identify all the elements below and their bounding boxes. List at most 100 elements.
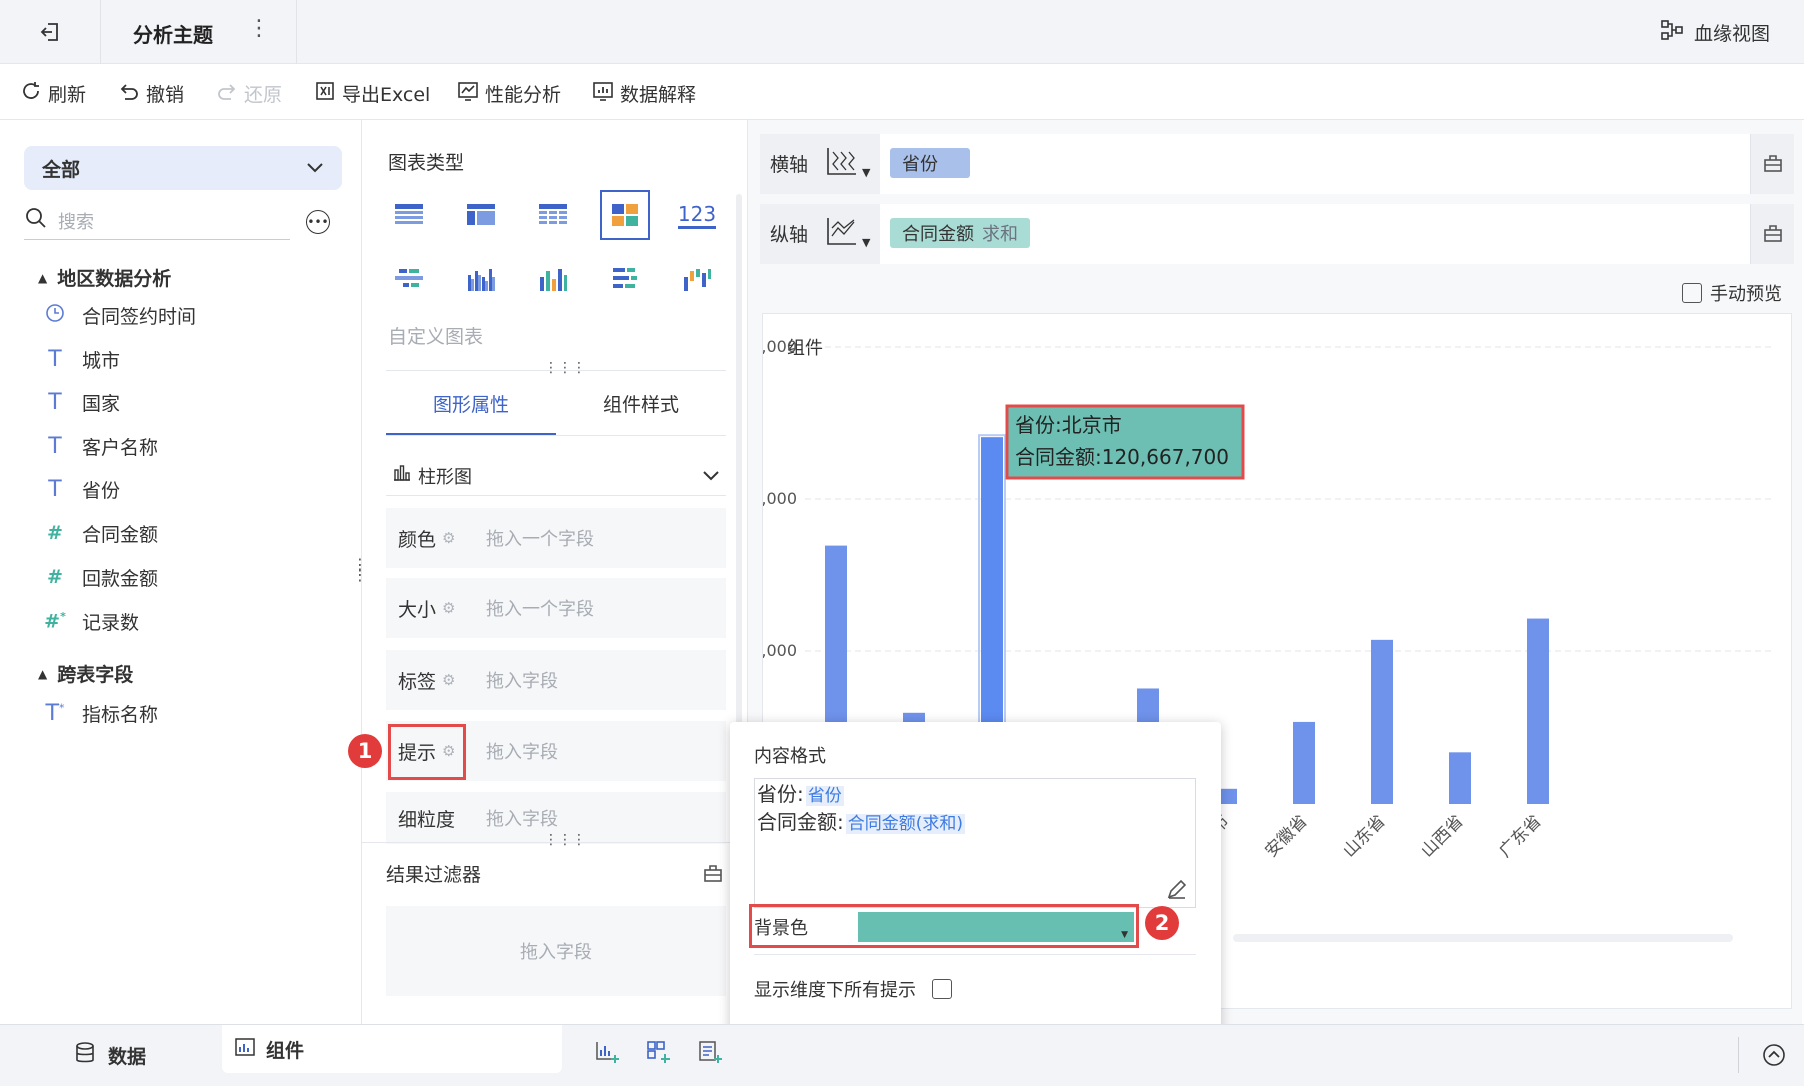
lineage-view-button[interactable]: 血缘视图 <box>1660 19 1770 46</box>
format-field-token[interactable]: 省份 <box>805 786 844 806</box>
prop-row-label[interactable]: 标签 ⚙ 拖入字段 <box>386 650 726 710</box>
x-axis-label: 横轴 <box>770 154 809 176</box>
result-filter-dropzone[interactable]: 拖入字段 <box>386 906 726 996</box>
chart-scrollbar <box>1233 934 1733 942</box>
field-item-contract-time[interactable]: 合同签约时间 <box>44 300 196 330</box>
lineage-label: 血缘视图 <box>1694 23 1771 45</box>
group-title: 地区数据分析 <box>57 268 172 290</box>
clear-axis-icon[interactable] <box>1762 152 1784 179</box>
pill-label: 省份 <box>902 154 938 175</box>
field-item-province[interactable]: T 省份 <box>44 474 120 504</box>
show-all-tips-label: 显示维度下所有提示 <box>754 980 916 1001</box>
waterfall-chart-icon[interactable] <box>672 254 722 304</box>
format-field-token[interactable]: 合同金额(求和) <box>845 814 966 834</box>
chart-kind-value: 柱形图 <box>418 466 472 488</box>
y-axis-label: 纵轴 <box>770 224 809 246</box>
group-header-region-analysis[interactable]: ▲ 地区数据分析 <box>38 264 171 291</box>
pill-label: 合同金额 <box>902 224 974 245</box>
y-axis-setting-icon[interactable] <box>824 216 858 253</box>
search-input[interactable]: 搜索 <box>58 208 94 234</box>
manual-preview-toggle[interactable]: 手动预览 <box>1682 280 1782 306</box>
field-item-indicator-name[interactable]: T* 指标名称 <box>44 698 159 728</box>
prop-row-size[interactable]: 大小 ⚙ 拖入一个字段 <box>386 578 726 638</box>
y-axis-field-pill[interactable]: 合同金额 求和 <box>890 218 1030 248</box>
undo-button[interactable]: 撤销 <box>118 80 184 106</box>
prop-label: 细粒度 <box>398 808 456 831</box>
custom-chart-label: 自定义图表 <box>388 326 484 348</box>
scope-select[interactable]: 全部 <box>24 146 342 190</box>
x-axis-field-pill[interactable]: 省份 <box>890 148 970 178</box>
component-chart-icon <box>234 1037 256 1062</box>
text-field-icon: T <box>48 346 62 372</box>
grouped-table-icon[interactable] <box>384 254 434 304</box>
more-options-icon[interactable]: ••• <box>306 210 330 234</box>
add-dashboard-icon[interactable] <box>645 1039 671 1070</box>
show-all-tips-toggle[interactable]: 显示维度下所有提示 <box>754 976 952 1002</box>
field-panel: 全部 搜索 ••• ▲ 地区数据分析 合同签约时间 T 城市 T 国家 T 客户… <box>0 120 368 1024</box>
field-item-contract-amount[interactable]: # 合同金额 <box>44 518 158 548</box>
exit-icon[interactable] <box>38 20 62 44</box>
drop-zone[interactable]: 拖入字段 <box>486 738 558 764</box>
edit-pencil-icon[interactable] <box>1165 877 1189 906</box>
field-item-country[interactable]: T 国家 <box>44 387 120 417</box>
config-panel: 图表类型 123 自定义图表 ⋮⋮⋮ 图形属性 组件样式 柱形图 颜色 ⚙ 拖入… <box>362 120 748 1024</box>
field-label: 合同签约时间 <box>82 305 197 328</box>
checkbox[interactable] <box>932 979 952 999</box>
bar-chart-icon[interactable] <box>600 254 650 304</box>
tab-graph-properties[interactable]: 图形属性 <box>386 390 556 436</box>
group-title: 跨表字段 <box>57 664 134 686</box>
clear-filter-icon[interactable] <box>702 862 724 889</box>
performance-analysis-button[interactable]: 性能分析 <box>457 80 561 106</box>
cross-table-icon[interactable] <box>456 190 506 240</box>
gear-icon[interactable]: ⚙ <box>442 529 455 547</box>
column-chart-icon[interactable] <box>456 254 506 304</box>
drop-zone[interactable]: 拖入一个字段 <box>486 595 594 621</box>
clear-axis-icon[interactable] <box>1762 222 1784 249</box>
group-header-cross-table[interactable]: ▲ 跨表字段 <box>38 660 133 687</box>
checkbox[interactable] <box>1682 283 1702 303</box>
analysis-tab-title[interactable]: 分析主题 <box>133 19 213 48</box>
field-item-city[interactable]: T 城市 <box>44 344 120 374</box>
export-excel-button[interactable]: 导出Excel <box>314 80 430 106</box>
drop-zone[interactable]: 拖入字段 <box>486 667 558 693</box>
highlight-box-bg-color <box>749 904 1139 948</box>
section-drag-handle[interactable]: ⋮⋮⋮ <box>544 832 586 848</box>
dropdown-caret-icon[interactable]: ▼ <box>862 236 870 249</box>
data-explain-button[interactable]: 数据解释 <box>592 80 696 106</box>
gear-icon[interactable]: ⚙ <box>442 599 455 617</box>
section-drag-handle[interactable]: ⋮⋮⋮ <box>544 360 586 376</box>
field-item-record-count[interactable]: #* 记录数 <box>44 606 139 636</box>
detail-table-icon[interactable] <box>528 190 578 240</box>
multi-color-column-icon[interactable] <box>528 254 578 304</box>
x-axis-setting-icon[interactable] <box>824 146 858 183</box>
content-format-editor[interactable]: 省份: 省份 合同金额: 合同金额(求和) <box>754 778 1196 908</box>
number-calc-field-icon: #* <box>44 609 66 633</box>
add-report-icon[interactable] <box>697 1039 723 1070</box>
tab-component-style[interactable]: 组件样式 <box>556 390 726 436</box>
field-item-customer[interactable]: T 客户名称 <box>44 431 158 461</box>
custom-chart-icon[interactable] <box>600 190 650 240</box>
drop-zone[interactable]: 拖入一个字段 <box>486 525 594 551</box>
table-chart-icon[interactable] <box>384 190 434 240</box>
add-component-icon[interactable] <box>594 1039 620 1070</box>
content-format-title: 内容格式 <box>754 746 826 767</box>
tab-component[interactable]: 组件 <box>222 1025 562 1073</box>
gear-icon[interactable]: ⚙ <box>442 671 455 689</box>
tooltip-line: 合同金额:120,667,700 <box>1015 445 1229 469</box>
field-item-payment-amount[interactable]: # 回款金额 <box>44 562 158 592</box>
field-label: 合同金额 <box>82 523 159 546</box>
more-menu-icon[interactable]: ⋮ <box>248 16 270 41</box>
collapse-up-icon[interactable] <box>1762 1043 1786 1072</box>
redo-label: 还原 <box>244 83 283 106</box>
tab-data[interactable]: 数据 <box>74 1041 146 1070</box>
kpi-number-icon[interactable]: 123 <box>672 190 722 240</box>
redo-button[interactable]: 还原 <box>216 80 282 106</box>
drop-zone[interactable]: 拖入字段 <box>486 805 558 831</box>
chart-kind-select[interactable]: 柱形图 <box>386 456 726 496</box>
prop-row-color[interactable]: 颜色 ⚙ 拖入一个字段 <box>386 508 726 568</box>
scrollbar[interactable] <box>736 194 742 814</box>
refresh-button[interactable]: 刷新 <box>20 80 86 106</box>
performance-icon <box>457 80 479 107</box>
search-box[interactable]: 搜索 <box>24 202 290 240</box>
dropdown-caret-icon[interactable]: ▼ <box>862 166 870 179</box>
